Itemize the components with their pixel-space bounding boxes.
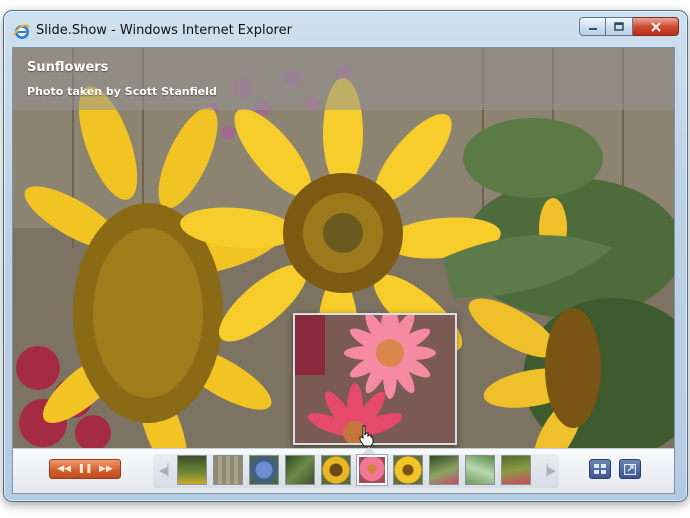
scroll-left-icon[interactable]: ◀▏ (159, 464, 176, 477)
thumbnail[interactable] (393, 455, 423, 485)
thumbnail-preview (293, 313, 457, 445)
thumbnail[interactable] (249, 455, 279, 485)
thumbnail[interactable] (465, 455, 495, 485)
slide-credit: Photo taken by Scott Stanfield (27, 85, 217, 98)
thumbnail[interactable] (177, 455, 207, 485)
grid-icon (594, 464, 606, 474)
close-icon (650, 21, 661, 32)
previous-icon[interactable]: ◀◀ (57, 464, 71, 474)
close-button[interactable] (633, 17, 679, 36)
hand-cursor-icon (359, 425, 374, 447)
scroll-right-icon[interactable]: ▕▶ (539, 464, 556, 477)
slide-photo[interactable]: Sunflowers Photo taken by Scott Stanfiel… (13, 48, 674, 448)
slideshow-toolbar: ◀◀ ❚❚ ▶▶ ◀▏ ▕▶ (13, 447, 674, 493)
fullscreen-button[interactable] (619, 459, 641, 479)
page-content: Sunflowers Photo taken by Scott Stanfiel… (12, 47, 675, 494)
internet-explorer-icon (13, 24, 31, 39)
thumbnail-selected[interactable] (357, 455, 387, 485)
window-title: Slide.Show - Windows Internet Explorer (36, 23, 292, 38)
maximize-button[interactable] (606, 17, 633, 36)
fullscreen-icon (624, 463, 636, 475)
pause-icon[interactable]: ❚❚ (77, 464, 92, 474)
grid-view-button[interactable] (589, 459, 611, 479)
slide-title: Sunflowers (27, 60, 109, 75)
next-icon[interactable]: ▶▶ (99, 464, 113, 474)
minimize-button[interactable] (579, 17, 606, 36)
thumbnail-strip: ◀▏ ▕▶ (153, 447, 559, 488)
maximize-icon (614, 22, 624, 31)
title-bar[interactable]: Slide.Show - Windows Internet Explorer (4, 11, 687, 49)
browser-window: Slide.Show - Windows Internet Explorer S… (3, 10, 688, 502)
caption-buttons (579, 17, 679, 37)
thumbnail[interactable] (321, 455, 351, 485)
preview-pointer (362, 447, 376, 454)
caption-band: Sunflowers Photo taken by Scott Stanfiel… (13, 48, 674, 110)
thumbnail[interactable] (429, 455, 459, 485)
thumbnail[interactable] (285, 455, 315, 485)
thumbnail[interactable] (501, 455, 531, 485)
thumbnail[interactable] (213, 455, 243, 485)
thumbnail-list (177, 455, 537, 485)
minimize-icon (588, 27, 597, 30)
transport-controls: ◀◀ ❚❚ ▶▶ (49, 459, 121, 479)
